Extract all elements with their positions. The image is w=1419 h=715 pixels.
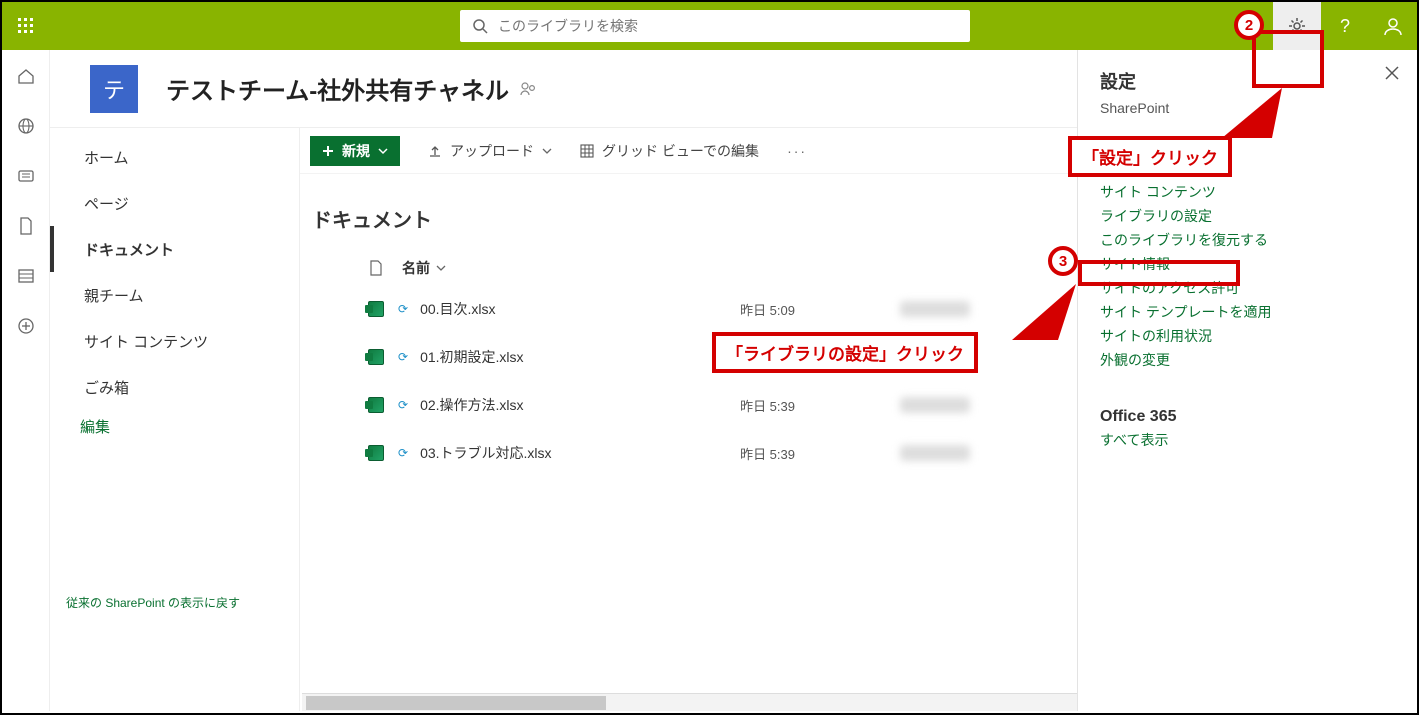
chevron-down-icon	[436, 263, 446, 273]
annotation-box-library-settings	[1078, 260, 1240, 286]
rail-global[interactable]	[14, 114, 38, 138]
settings-link-restore-library[interactable]: このライブラリを復元する	[1100, 230, 1395, 250]
annotation-arrow-2	[1222, 88, 1292, 140]
rail-home[interactable]	[14, 64, 38, 88]
settings-link-site-template[interactable]: サイト テンプレートを適用	[1100, 302, 1395, 322]
plus-circle-icon	[17, 317, 35, 335]
close-button[interactable]	[1385, 64, 1399, 85]
rail-lists[interactable]	[14, 264, 38, 288]
annotation-arrow-3	[1012, 284, 1082, 344]
nav-edit-link[interactable]: 編集	[50, 416, 299, 437]
sync-icon: ⟳	[398, 350, 408, 364]
name-column-header[interactable]: 名前	[402, 258, 446, 278]
rail-create[interactable]	[14, 314, 38, 338]
scrollbar-thumb[interactable]	[306, 696, 606, 710]
blurred-column	[900, 445, 970, 461]
app-launcher-button[interactable]	[2, 2, 50, 50]
annotation-box-gear	[1252, 30, 1324, 88]
file-modified: 昨日 5:39	[740, 396, 900, 415]
upload-icon	[428, 144, 442, 158]
site-title[interactable]: テストチーム-社外共有チャネル	[166, 71, 509, 106]
excel-icon	[360, 349, 392, 365]
file-name[interactable]: 01.初期設定.xlsx	[420, 347, 740, 367]
close-icon	[1385, 66, 1399, 80]
filetype-column-header[interactable]	[360, 260, 392, 276]
file-icon	[18, 217, 34, 235]
excel-icon	[360, 445, 392, 461]
new-label: 新規	[342, 141, 370, 161]
site-logo[interactable]: テ	[90, 65, 138, 113]
grid-edit-label: グリッド ビューでの編集	[602, 141, 759, 161]
annotation-label-library: 「ライブラリの設定」クリック	[712, 332, 978, 373]
rail-files[interactable]	[14, 214, 38, 238]
new-button[interactable]: 新規	[310, 136, 400, 166]
nav-item-pages[interactable]: ページ	[50, 180, 299, 226]
sync-icon: ⟳	[398, 302, 408, 316]
file-name[interactable]: 00.目次.xlsx	[420, 299, 740, 319]
file-modified: 昨日 5:39	[740, 444, 900, 463]
file-name[interactable]: 03.トラブル対応.xlsx	[420, 443, 740, 463]
search-box[interactable]	[460, 10, 970, 42]
help-icon: ?	[1340, 16, 1350, 37]
classic-sharepoint-link[interactable]: 従来の SharePoint の表示に戻す	[66, 594, 240, 611]
account-button[interactable]	[1369, 2, 1417, 50]
teams-icon	[519, 80, 537, 98]
name-column-label: 名前	[402, 258, 430, 278]
list-icon	[17, 267, 35, 285]
o365-section-title: Office 365	[1100, 408, 1395, 426]
waffle-icon	[18, 18, 34, 34]
upload-label: アップロード	[450, 141, 534, 161]
file-modified: 昨日 5:09	[740, 300, 900, 319]
news-icon	[17, 167, 35, 185]
grid-icon	[580, 144, 594, 158]
overflow-button[interactable]: ···	[787, 143, 807, 159]
suite-bar: ?	[2, 2, 1417, 50]
home-icon	[17, 67, 35, 85]
nav-item-parent-team[interactable]: 親チーム	[50, 272, 299, 318]
o365-view-all-link[interactable]: すべて表示	[1100, 430, 1395, 450]
blurred-column	[900, 301, 970, 317]
excel-icon	[360, 301, 392, 317]
globe-icon	[17, 117, 35, 135]
sync-icon: ⟳	[398, 446, 408, 460]
search-wrap	[460, 10, 970, 42]
nav-item-site-contents[interactable]: サイト コンテンツ	[50, 318, 299, 364]
nav-item-recycle-bin[interactable]: ごみ箱	[50, 364, 299, 410]
rail-news[interactable]	[14, 164, 38, 188]
annotation-number-3: 3	[1048, 246, 1078, 276]
settings-link-library-settings[interactable]: ライブラリの設定	[1100, 206, 1395, 226]
chevron-down-icon	[378, 146, 388, 156]
grid-edit-button[interactable]: グリッド ビューでの編集	[580, 141, 759, 161]
settings-link-change-look[interactable]: 外観の変更	[1100, 350, 1395, 370]
search-icon	[472, 18, 488, 34]
excel-icon	[360, 397, 392, 413]
nav-item-documents[interactable]: ドキュメント	[50, 226, 299, 272]
search-input[interactable]	[488, 18, 958, 34]
help-button[interactable]: ?	[1321, 2, 1369, 50]
plus-icon	[322, 145, 334, 157]
chevron-down-icon	[542, 146, 552, 156]
left-nav: ホーム ページ ドキュメント 親チーム サイト コンテンツ ごみ箱 編集 従来の…	[50, 128, 300, 711]
annotation-label-settings: 「設定」クリック	[1068, 136, 1232, 177]
sync-icon: ⟳	[398, 398, 408, 412]
settings-link-site-usage[interactable]: サイトの利用状況	[1100, 326, 1395, 346]
person-icon	[1382, 15, 1404, 37]
annotation-number-2: 2	[1234, 10, 1264, 40]
left-rail	[2, 50, 50, 711]
document-icon	[369, 260, 383, 276]
nav-item-home[interactable]: ホーム	[50, 134, 299, 180]
horizontal-scrollbar[interactable]	[302, 693, 1077, 711]
file-name[interactable]: 02.操作方法.xlsx	[420, 395, 740, 415]
blurred-column	[900, 397, 970, 413]
upload-button[interactable]: アップロード	[428, 141, 552, 161]
settings-link-site-contents[interactable]: サイト コンテンツ	[1100, 182, 1395, 202]
